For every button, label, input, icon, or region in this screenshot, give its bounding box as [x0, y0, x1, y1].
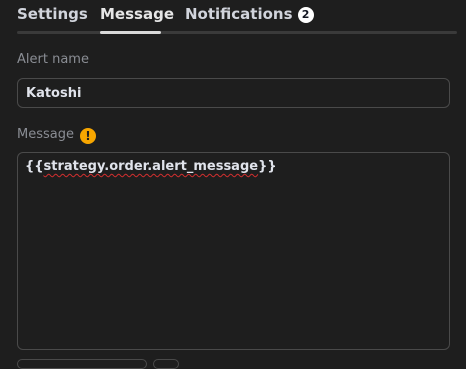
- message-text-suffix: }}: [258, 159, 277, 174]
- message-label-row: Message!: [17, 127, 96, 144]
- alert-name-label: Alert name: [17, 52, 89, 67]
- active-tab-indicator: [100, 31, 161, 34]
- notifications-count-badge: 2: [297, 7, 314, 23]
- tab-message[interactable]: Message: [100, 5, 174, 23]
- message-text-prefix: {{: [25, 159, 44, 174]
- tab-notifications-label: Notifications: [185, 5, 293, 23]
- bottom-control-small[interactable]: [153, 359, 179, 369]
- warning-icon[interactable]: !: [79, 128, 96, 144]
- message-label: Message: [17, 127, 74, 142]
- message-textarea[interactable]: {{strategy.order.alert_message}}: [17, 152, 450, 350]
- tab-bar: Settings Message Notifications 2: [0, 0, 466, 34]
- bottom-control[interactable]: [17, 359, 147, 369]
- tab-notifications[interactable]: Notifications 2: [185, 5, 314, 23]
- tab-divider: [17, 31, 457, 34]
- alert-name-input[interactable]: Katoshi: [17, 78, 450, 108]
- tab-settings[interactable]: Settings: [17, 5, 88, 23]
- message-text-variable: strategy.order.alert_message: [43, 159, 259, 174]
